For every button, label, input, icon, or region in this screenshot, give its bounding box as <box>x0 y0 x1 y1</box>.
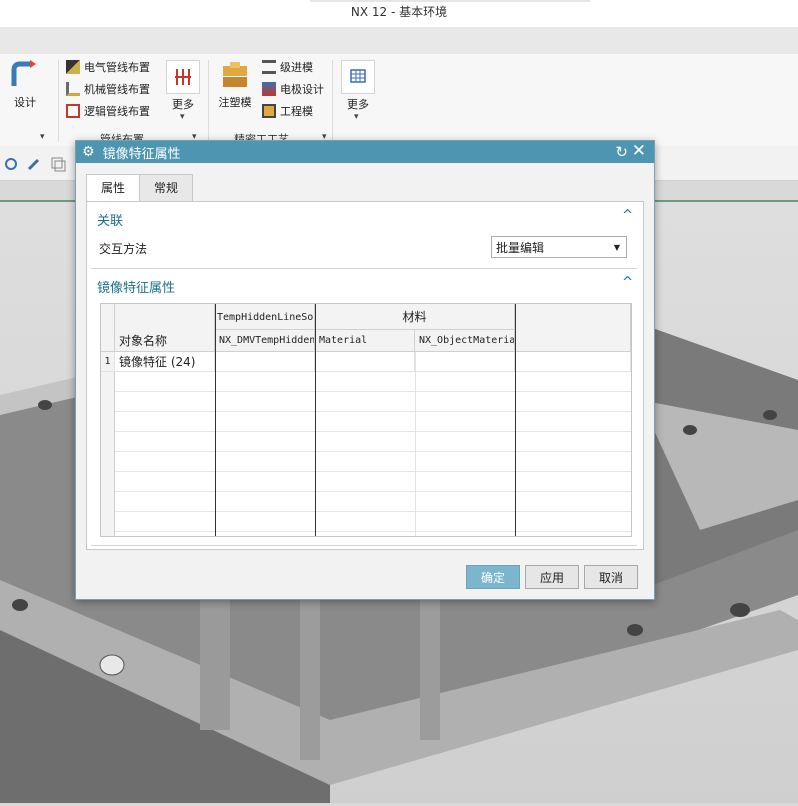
layers-icon[interactable] <box>50 156 66 172</box>
row-number-gutter <box>101 372 115 536</box>
properties-grid[interactable]: TempHiddenLineSo 材料 对象名称 NX_DMVTempHidde… <box>100 303 632 537</box>
mirror-feature-properties-dialog: ⚙ 镜像特征属性 ↻ ✕ 属性 常规 关联 ^ 交互方法 批量编辑 ▼ 镜像特征… <box>75 140 655 600</box>
dialog-titlebar[interactable]: ⚙ 镜像特征属性 ↻ ✕ <box>76 141 654 163</box>
electrode-design-button[interactable]: 电极设计 <box>262 80 324 98</box>
section-divider <box>91 268 637 269</box>
grid-group-header: TempHiddenLineSo <box>215 304 315 330</box>
engineering-mold-icon <box>262 104 276 118</box>
column-divider <box>415 352 416 536</box>
electrode-design-icon <box>262 82 276 96</box>
column-divider <box>315 304 316 536</box>
interaction-method-select[interactable]: 批量编辑 ▼ <box>491 236 627 258</box>
ribbon-separator <box>208 60 209 142</box>
progressive-die-label: 级进模 <box>280 61 313 74</box>
engineering-mold-label: 工程模 <box>280 105 313 118</box>
brush-icon[interactable] <box>26 156 42 172</box>
mechanical-routing-icon <box>66 82 80 96</box>
chevron-down-icon[interactable]: ▾ <box>180 112 185 122</box>
routing-gallery-icon <box>175 69 191 85</box>
ok-button[interactable]: 确定 <box>466 565 520 589</box>
logical-routing-label: 逻辑管线布置 <box>84 105 150 118</box>
mechanical-routing-label: 机械管线布置 <box>84 83 150 96</box>
cancel-button[interactable]: 取消 <box>584 565 638 589</box>
interaction-method-label: 交互方法 <box>99 242 148 256</box>
table-icon <box>350 69 366 83</box>
grid-column-header[interactable]: 对象名称 <box>115 330 215 352</box>
routing-more-label: 更多 <box>172 98 194 111</box>
progressive-die-button[interactable]: 级进模 <box>262 58 313 76</box>
table-cell[interactable] <box>415 352 515 372</box>
collapse-icon[interactable]: ^ <box>622 208 633 223</box>
design-button[interactable]: 设计 <box>10 60 40 110</box>
more-gallery[interactable] <box>341 60 375 94</box>
close-icon[interactable]: ✕ <box>632 141 646 161</box>
more-button[interactable]: 更多 <box>343 96 373 112</box>
grid-column-header[interactable]: NX_DMVTempHiddenLineSo <box>215 330 315 352</box>
dialog-tabs: 属性 常规 <box>86 174 194 202</box>
progressive-die-icon <box>262 60 276 74</box>
chevron-down-icon[interactable]: ▾ <box>354 112 359 122</box>
pipe-design-icon <box>11 60 36 86</box>
ribbon-separator <box>58 60 59 142</box>
properties-panel: 关联 ^ 交互方法 批量编辑 ▼ 镜像特征属性 ^ TempHiddenLine… <box>86 201 644 550</box>
table-cell[interactable] <box>315 352 415 372</box>
interaction-method-value: 批量编辑 <box>496 241 545 255</box>
logical-routing-icon <box>66 104 80 118</box>
grid-group-header: 材料 <box>315 304 515 330</box>
collapse-icon[interactable]: ^ <box>622 275 633 290</box>
dropdown-arrow-icon: ▼ <box>613 243 620 252</box>
section-association-title[interactable]: 关联 <box>97 210 123 229</box>
grid-corner <box>101 304 115 352</box>
section-mirror-properties-title[interactable]: 镜像特征属性 <box>97 277 175 296</box>
window-titlebar: NX 12 - 基本环境 <box>0 0 798 27</box>
routing-more-gallery[interactable] <box>166 60 200 94</box>
apply-button[interactable]: 应用 <box>525 565 579 589</box>
injection-mold-button[interactable]: 注塑模 <box>216 60 254 110</box>
ribbon-separator <box>332 60 333 142</box>
injection-mold-icon <box>223 62 247 87</box>
refresh-icon[interactable] <box>3 156 19 172</box>
electrode-design-label: 电极设计 <box>280 83 324 96</box>
electrical-routing-button[interactable]: 电气管线布置 <box>66 58 150 76</box>
grid-header-blank <box>115 304 215 330</box>
grid-column-header[interactable]: NX_ObjectMaterial <box>415 330 515 352</box>
electrical-routing-label: 电气管线布置 <box>84 61 150 74</box>
chevron-down-icon[interactable]: ▾ <box>40 132 45 142</box>
title-accent-line <box>310 0 590 2</box>
logical-routing-button[interactable]: 逻辑管线布置 <box>66 102 150 120</box>
mechanical-routing-button[interactable]: 机械管线布置 <box>66 80 150 98</box>
tab-properties[interactable]: 属性 <box>86 174 141 202</box>
column-divider <box>515 304 516 536</box>
gear-icon: ⚙ <box>82 144 95 160</box>
table-cell-object-name[interactable]: 镜像特征 (24) <box>115 352 215 372</box>
dialog-title: 镜像特征属性 <box>102 146 181 162</box>
grid-column-header[interactable]: Material <box>315 330 415 352</box>
window-title: NX 12 - 基本环境 <box>350 5 448 19</box>
table-cell <box>515 352 631 372</box>
design-label: 设计 <box>14 96 36 109</box>
engineering-mold-button[interactable]: 工程模 <box>262 102 313 120</box>
ribbon: 设计 ▾ 电气管线布置 机械管线布置 逻辑管线布置 更多 ▾ 管线布置 ▾ 注塑… <box>0 54 798 147</box>
empty-rows <box>101 372 631 536</box>
column-divider <box>215 304 216 536</box>
injection-mold-label: 注塑模 <box>218 96 252 109</box>
reset-icon[interactable]: ↻ <box>615 143 628 161</box>
grid-header-blank <box>515 304 631 352</box>
electrical-routing-icon <box>66 60 80 74</box>
row-number: 1 <box>101 352 115 372</box>
tab-general[interactable]: 常规 <box>139 174 194 201</box>
more-label: 更多 <box>347 98 369 111</box>
routing-more-button[interactable]: 更多 <box>168 96 198 112</box>
section-divider <box>91 545 637 546</box>
table-cell[interactable] <box>215 352 315 372</box>
menu-bar <box>0 27 798 55</box>
